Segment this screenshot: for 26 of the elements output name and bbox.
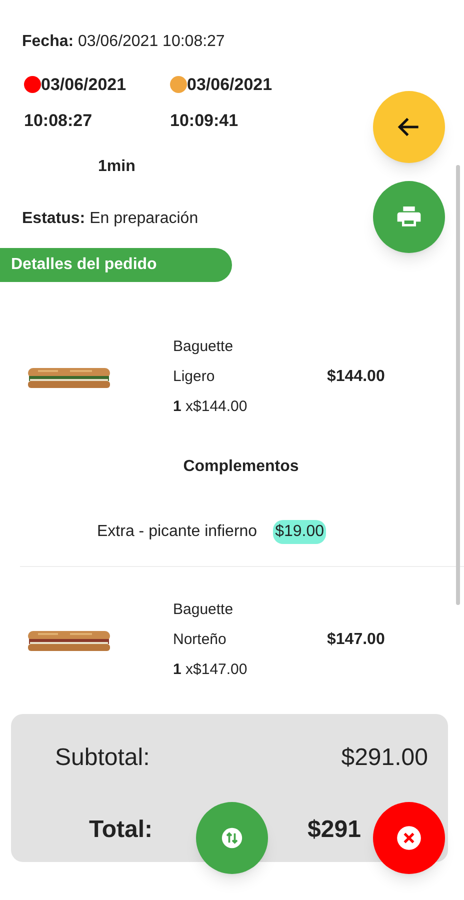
item-price: $147.00 xyxy=(327,630,385,650)
item-price: $144.00 xyxy=(327,367,385,387)
item-name: Baguette xyxy=(173,600,234,620)
item-variant: Norteño xyxy=(173,630,228,650)
total-label: Total: xyxy=(89,815,153,845)
swap-icon xyxy=(221,827,243,849)
scrollbar[interactable] xyxy=(456,165,460,605)
item-variant: Ligero xyxy=(173,367,216,387)
complement-price: $19.00 xyxy=(273,520,326,544)
complements-title: Complementos xyxy=(182,458,299,475)
timestamp-date: 03/06/2021 xyxy=(187,74,272,96)
duration: 1min xyxy=(98,158,136,175)
complement-name: Extra - picante infierno xyxy=(97,522,258,542)
timestamp-time: 10:09:41 xyxy=(170,110,240,132)
total-value: $291 xyxy=(308,815,361,845)
timestamp-time: 10:08:27 xyxy=(24,110,94,132)
order-date: Fecha: 03/06/2021 10:08:27 xyxy=(22,33,225,50)
subtotal-label: Subtotal: xyxy=(55,743,150,773)
close-icon xyxy=(396,825,422,851)
item-quantity: 1 x$144.00 xyxy=(173,397,248,417)
section-header: Detalles del pedido xyxy=(0,248,232,282)
item-name: Baguette xyxy=(173,337,234,357)
item-quantity: 1 x$147.00 xyxy=(173,660,248,680)
timestamp-date: 03/06/2021 xyxy=(41,74,126,96)
subtotal-value: $291.00 xyxy=(341,743,428,773)
order-status: Estatus: En preparación xyxy=(22,210,198,227)
